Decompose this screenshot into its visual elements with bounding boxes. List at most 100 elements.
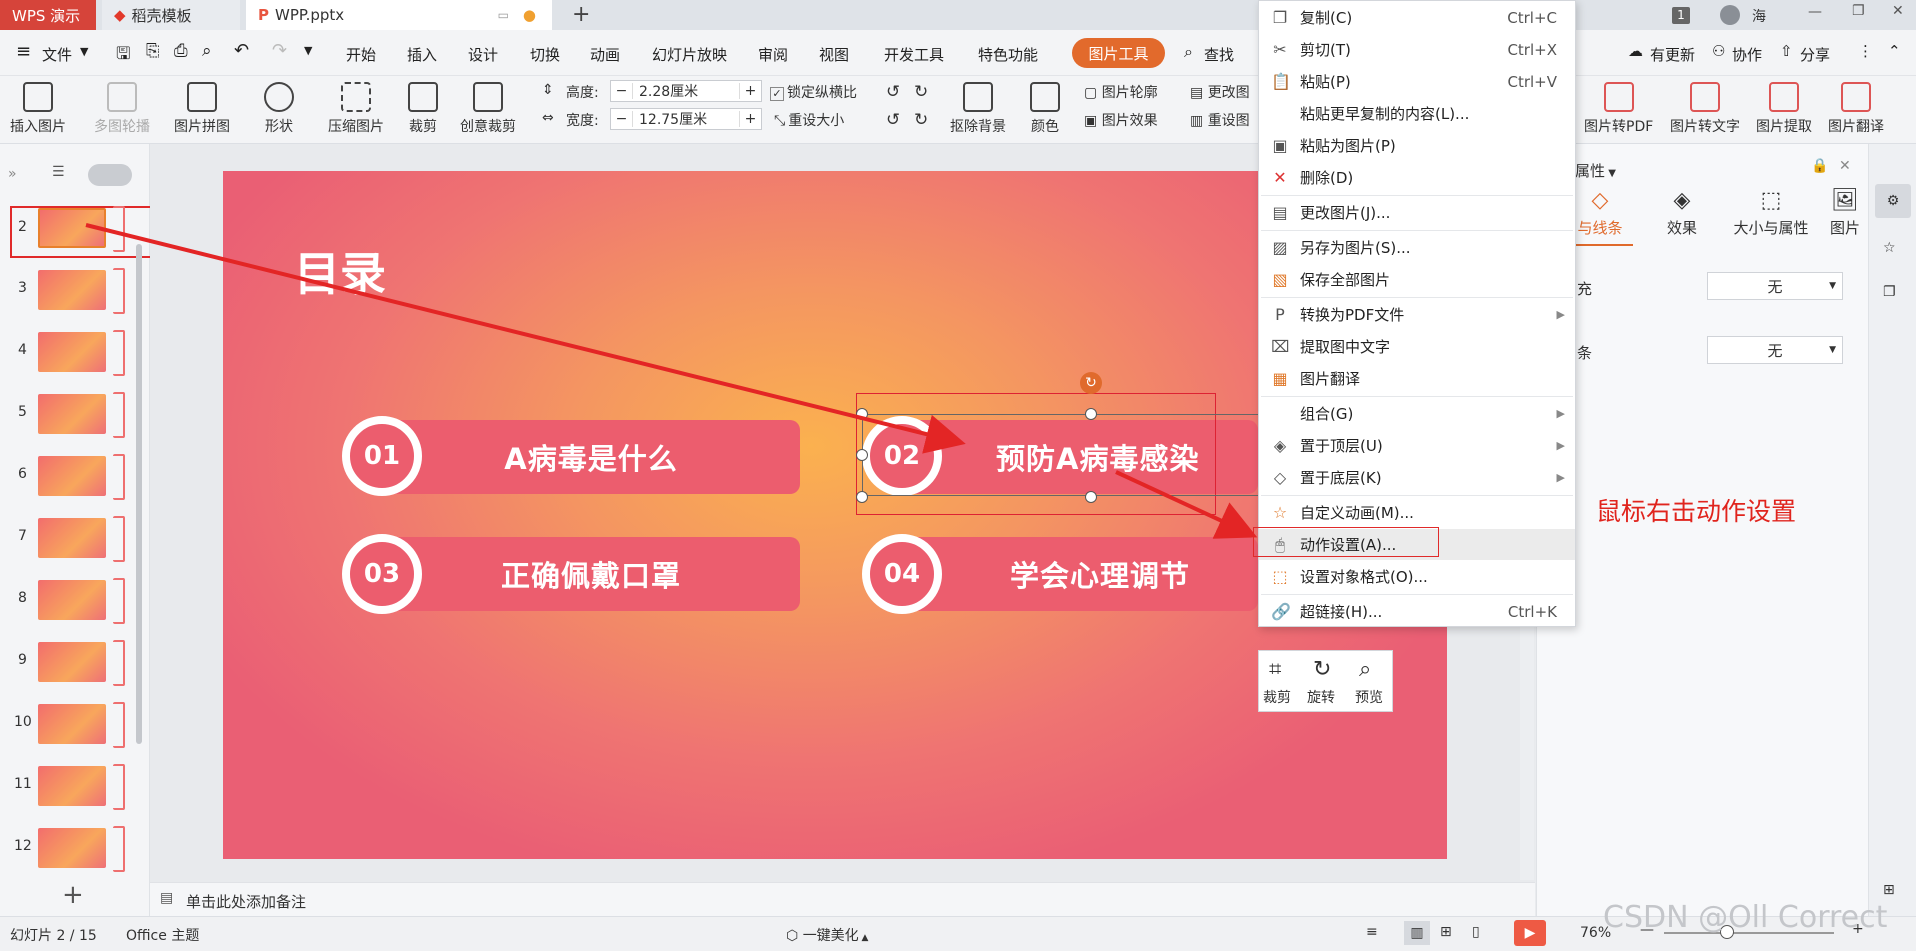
- properties-sidebar-icon[interactable]: ⚙: [1875, 184, 1911, 218]
- panel-title[interactable]: 属性 ▼: [1575, 160, 1616, 181]
- menu-start[interactable]: 开始: [346, 44, 376, 65]
- animation-sidebar-icon[interactable]: ☆: [1883, 240, 1896, 256]
- menu-save-as-picture[interactable]: ▨ 另存为图片(S)...: [1259, 232, 1575, 263]
- crop-button[interactable]: 裁剪: [408, 82, 438, 136]
- menu-custom-animation[interactable]: ☆ 自定义动画(M)...: [1259, 497, 1575, 528]
- reset-size-button[interactable]: ⤡ 重设大小: [774, 110, 844, 130]
- tab-file-wpp[interactable]: P WPP.pptx ▭ ●: [246, 0, 552, 30]
- toc-item-4[interactable]: 学会心理调节: [902, 537, 1258, 611]
- mini-crop-button[interactable]: 裁剪: [1263, 687, 1291, 707]
- close-window-icon[interactable]: ✕: [1892, 3, 1904, 19]
- menu-search[interactable]: 查找: [1204, 44, 1234, 65]
- rotate-left-icon[interactable]: ↺: [886, 82, 900, 102]
- plus-icon[interactable]: +: [739, 83, 761, 99]
- height-stepper[interactable]: −2.28厘米 +: [610, 80, 762, 102]
- redo-icon[interactable]: ↷: [272, 40, 287, 61]
- minus-icon[interactable]: −: [611, 111, 633, 127]
- sorter-view-icon[interactable]: ⊞: [1440, 924, 1452, 940]
- change-picture-button[interactable]: ▤ 更改图: [1190, 82, 1250, 102]
- picture-collage-button[interactable]: 图片拼图: [174, 82, 230, 136]
- rotate-icon[interactable]: ↻: [1313, 657, 1331, 682]
- monitor-icon[interactable]: ▭: [498, 8, 509, 22]
- plus-icon[interactable]: +: [739, 111, 761, 127]
- avatar[interactable]: [1720, 5, 1740, 25]
- customize-icon[interactable]: ▼: [304, 44, 312, 57]
- cloud-update-icon[interactable]: ☁: [1628, 42, 1643, 60]
- menu-convert-pdf[interactable]: P 转换为PDF文件 ▶: [1259, 299, 1575, 330]
- notes-placeholder[interactable]: 单击此处添加备注: [186, 891, 306, 912]
- width-stepper[interactable]: −12.75厘米 +: [610, 108, 762, 130]
- hamburger-icon[interactable]: ≡: [16, 41, 31, 62]
- normal-view-icon[interactable]: ▥: [1404, 921, 1430, 945]
- slide-thumb-7[interactable]: [38, 518, 106, 558]
- print-icon[interactable]: ⎙: [174, 41, 188, 61]
- print-preview-icon[interactable]: ⌕: [202, 41, 212, 61]
- new-tab-button[interactable]: +: [572, 2, 590, 27]
- flip-h-icon[interactable]: ↺: [886, 110, 900, 130]
- tab-picture[interactable]: 🖼 图片: [1815, 188, 1875, 238]
- slide-thumb-9[interactable]: [38, 642, 106, 682]
- slide-thumb-10[interactable]: [38, 704, 106, 744]
- menu-developer[interactable]: 开发工具: [884, 44, 944, 65]
- tab-effects[interactable]: ◈ 效果: [1649, 188, 1715, 238]
- collapse-ribbon-icon[interactable]: ⌃: [1888, 42, 1901, 60]
- reset-picture-button[interactable]: ▥ 重设图: [1190, 110, 1250, 130]
- thumb-scrollbar[interactable]: [136, 244, 142, 744]
- notes-toggle-icon[interactable]: ≡: [1366, 924, 1378, 940]
- toc-number-1[interactable]: 01: [342, 416, 422, 496]
- slide-thumb-6[interactable]: [38, 456, 106, 496]
- resize-handle[interactable]: [1085, 491, 1097, 503]
- theme-name[interactable]: Office 主题: [126, 925, 199, 945]
- slide-thumb-8[interactable]: [38, 580, 106, 620]
- menu-design[interactable]: 设计: [468, 44, 498, 65]
- crop-icon[interactable]: ⌗: [1269, 657, 1281, 682]
- slide-thumb-11[interactable]: [38, 766, 106, 806]
- undo-icon[interactable]: ↶: [234, 40, 249, 61]
- restore-icon[interactable]: ❐: [1852, 3, 1865, 19]
- slide-thumb-2[interactable]: [38, 208, 106, 248]
- update-button[interactable]: 有更新: [1650, 44, 1695, 65]
- tab-fill-line[interactable]: ◇ 与线条: [1567, 188, 1633, 246]
- beautify-button[interactable]: ⬡ 一键美化 ▲: [786, 925, 868, 945]
- share-icon[interactable]: ⇧: [1780, 42, 1793, 60]
- menu-animation[interactable]: 动画: [590, 44, 620, 65]
- toc-number-3[interactable]: 03: [342, 534, 422, 614]
- flip-v-icon[interactable]: ↻: [914, 110, 928, 130]
- tab-size-properties[interactable]: ⬚ 大小与属性: [1723, 188, 1819, 238]
- menu-change-picture[interactable]: ▤ 更改图片(J)...: [1259, 197, 1575, 228]
- resize-handle[interactable]: [856, 408, 868, 420]
- extract-button[interactable]: 图片提取: [1756, 82, 1812, 136]
- menu-cut[interactable]: ✂ 剪切(T) Ctrl+X: [1259, 34, 1575, 65]
- rotate-handle-icon[interactable]: ↻: [1080, 372, 1102, 394]
- chevron-down-icon[interactable]: ▼: [80, 45, 88, 58]
- rotate-right-icon[interactable]: ↻: [914, 82, 928, 102]
- menu-slideshow[interactable]: 幻灯片放映: [652, 44, 727, 65]
- menu-extract-text[interactable]: ⌧ 提取图中文字: [1259, 331, 1575, 362]
- close-panel-icon[interactable]: ✕: [1839, 158, 1851, 174]
- menu-paste-earlier[interactable]: 粘贴更早复制的内容(L)...: [1259, 98, 1575, 129]
- play-button[interactable]: ▶: [1514, 920, 1546, 946]
- save-icon[interactable]: 🖫: [116, 41, 130, 70]
- mini-rotate-button[interactable]: 旋转: [1307, 687, 1335, 707]
- to-text-button[interactable]: 图片转文字: [1670, 82, 1740, 136]
- menu-translate-picture[interactable]: ▦ 图片翻译: [1259, 363, 1575, 394]
- collab-icon[interactable]: ⚇: [1712, 42, 1725, 60]
- menu-send-to-back[interactable]: ◇ 置于底层(K) ▶: [1259, 462, 1575, 493]
- mini-preview-button[interactable]: 预览: [1355, 687, 1383, 707]
- apps-grid-icon[interactable]: ⊞: [1883, 882, 1895, 898]
- insert-picture-button[interactable]: 插入图片: [10, 82, 66, 136]
- picture-effects-button[interactable]: ▣ 图片效果: [1084, 110, 1158, 130]
- share-button[interactable]: 分享: [1800, 44, 1830, 65]
- minimize-icon[interactable]: —: [1808, 4, 1822, 20]
- menu-hyperlink[interactable]: 🔗 超链接(H)... Ctrl+K: [1259, 596, 1575, 627]
- copy-sidebar-icon[interactable]: ❐: [1883, 284, 1896, 300]
- menu-save-all-pictures[interactable]: ▧ 保存全部图片: [1259, 264, 1575, 295]
- menu-special[interactable]: 特色功能: [978, 44, 1038, 65]
- lock-icon[interactable]: 🔒: [1811, 158, 1828, 174]
- remove-bg-button[interactable]: 抠除背景: [950, 82, 1006, 136]
- search-icon[interactable]: ⌕: [1184, 42, 1193, 62]
- slide-thumb-3[interactable]: [38, 270, 106, 310]
- tab-daoke-template[interactable]: ◆ 稻壳模板: [102, 0, 240, 30]
- menu-transition[interactable]: 切换: [530, 44, 560, 65]
- lock-ratio-checkbox[interactable]: ✓ 锁定纵横比: [770, 82, 857, 102]
